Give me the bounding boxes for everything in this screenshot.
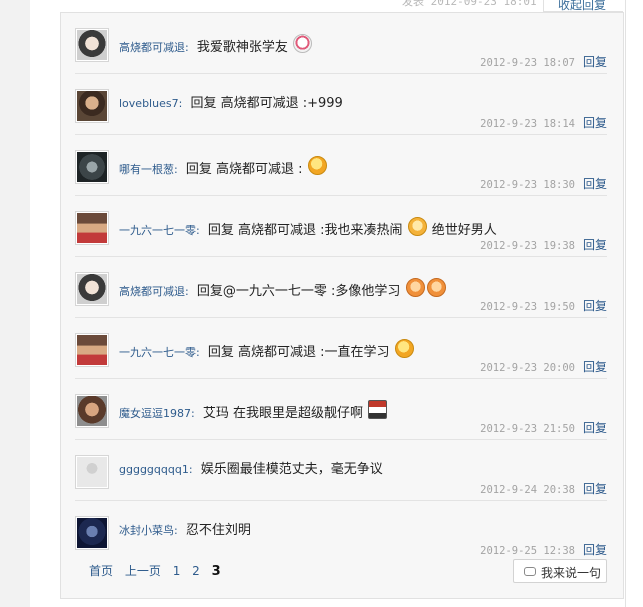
- reply-username[interactable]: 一九六一七一零: [119, 346, 196, 359]
- reply-text: 回复 高烧都可减退 :一直在学习: [207, 345, 390, 360]
- reply-username[interactable]: 魔女逗逗1987: [119, 407, 191, 420]
- reply-username[interactable]: 哪有一根葱: [119, 163, 174, 176]
- avatar[interactable]: [75, 455, 109, 489]
- reply-username[interactable]: 一九六一七一零: [119, 224, 196, 237]
- reply-item: 哪有一根葱: 回复 高烧都可减退 : 2012-9-23 18:30 回复: [75, 135, 607, 196]
- reply-username[interactable]: 高烧都可减退: [119, 41, 185, 54]
- reply-link[interactable]: 回复: [583, 238, 607, 252]
- colon: :: [196, 224, 200, 237]
- excited-emoji-icon: [405, 278, 425, 297]
- laughing-emoji-icon: [407, 217, 427, 236]
- colon: :: [185, 41, 189, 54]
- current-page: 3: [211, 564, 221, 579]
- avatar[interactable]: [75, 516, 109, 550]
- reply-item: 一九六一七一零: 回复 高烧都可减退 :一直在学习 2012-9-23 20:0…: [75, 318, 607, 379]
- avatar[interactable]: [75, 394, 109, 428]
- reply-item: 高烧都可减退: 回复@一九六一七一零 :多像他学习 2012-9-23 19:5…: [75, 257, 607, 318]
- say-something-label: 我来说一句: [541, 566, 602, 580]
- left-gutter: [0, 0, 30, 607]
- reply-username[interactable]: gggggqqqq1: [119, 463, 189, 476]
- avatar[interactable]: [75, 333, 109, 367]
- reply-link[interactable]: 回复: [583, 482, 607, 496]
- reply-link[interactable]: 回复: [583, 55, 607, 69]
- avatar[interactable]: [75, 89, 109, 123]
- colon: :: [188, 463, 193, 476]
- reply-link[interactable]: 回复: [583, 360, 607, 374]
- reply-text: 回复 高烧都可减退 :我也来凑热闹: [207, 223, 403, 238]
- reply-time: 2012-9-23 18:07: [480, 57, 575, 69]
- collapse-replies-label: 收起回复: [558, 0, 607, 12]
- reply-text: 我爱歌神张学友: [196, 40, 288, 55]
- reply-link[interactable]: 回复: [583, 299, 607, 313]
- top-bar: 发表 2012-09-23 18:01 收起回复: [0, 0, 643, 12]
- reply-username[interactable]: loveblues7: [119, 97, 179, 110]
- excited-emoji-icon: [426, 278, 446, 297]
- reply-time: 2012-9-23 20:00: [480, 362, 575, 374]
- speech-bubble-icon: [524, 567, 536, 576]
- reply-time: 2012-9-23 19:38: [480, 240, 575, 252]
- reply-time: 2012-9-23 18:14: [480, 118, 575, 130]
- avatar[interactable]: [75, 150, 109, 184]
- collapse-replies-button[interactable]: 收起回复: [543, 0, 623, 12]
- reply-item: 冰封小菜鸟: 忍不住刘明 2012-9-25 12:38 回复: [75, 501, 607, 562]
- avatar[interactable]: [75, 211, 109, 245]
- reply-text: 忍不住刘明: [185, 523, 251, 538]
- reply-time: 2012-9-24 20:38: [480, 484, 575, 496]
- reply-text: 娱乐圈最佳模范丈夫，毫无争议: [200, 462, 383, 477]
- reply-item: gggggqqqq1: 娱乐圈最佳模范丈夫，毫无争议 2012-9-24 20:…: [75, 440, 607, 501]
- reply-time: 2012-9-23 19:50: [480, 301, 575, 313]
- reply-item: 魔女逗逗1987: 艾玛 在我眼里是超级靓仔啊 2012-9-23 21:50 回…: [75, 379, 607, 440]
- colon: :: [185, 285, 189, 298]
- avatar[interactable]: [75, 272, 109, 306]
- rabbit-emoji-icon: [293, 34, 313, 53]
- reply-time: 2012-9-25 12:38: [480, 545, 575, 557]
- reply-item: 一九六一七一零: 回复 高烧都可减退 :我也来凑热闹 绝世好男人 2012-9-…: [75, 196, 607, 257]
- colon: :: [174, 163, 178, 176]
- reply-username[interactable]: 高烧都可减退: [119, 285, 185, 298]
- reply-link[interactable]: 回复: [583, 421, 607, 435]
- reply-item: loveblues7: 回复 高烧都可减退 :+999 2012-9-23 18…: [75, 74, 607, 135]
- post-meta: 发表 2012-09-23 18:01: [402, 0, 537, 8]
- pagination: 首页 上一页 1 2 3: [89, 562, 229, 579]
- reply-time: 2012-9-23 18:30: [480, 179, 575, 191]
- reply-link[interactable]: 回复: [583, 543, 607, 557]
- cake-emoji-icon: [368, 400, 388, 419]
- reply-text: 艾玛 在我眼里是超级靓仔啊: [202, 406, 363, 421]
- reply-link[interactable]: 回复: [583, 116, 607, 130]
- reply-time: 2012-9-23 21:50: [480, 423, 575, 435]
- avatar[interactable]: [75, 28, 109, 62]
- wink-emoji-icon: [394, 339, 414, 358]
- reply-text: 回复@一九六一七一零 :多像他学习: [196, 284, 401, 299]
- colon: :: [191, 407, 195, 420]
- colon: :: [196, 346, 200, 359]
- page-2-link[interactable]: 2: [192, 564, 200, 578]
- smiley-emoji-icon: [307, 156, 327, 175]
- right-edge: [625, 0, 643, 607]
- first-page-link[interactable]: 首页: [89, 564, 113, 578]
- reply-link[interactable]: 回复: [583, 177, 607, 191]
- reply-item: 高烧都可减退: 我爱歌神张学友 2012-9-23 18:07 回复: [75, 13, 607, 74]
- reply-username[interactable]: 冰封小菜鸟: [119, 524, 174, 537]
- reply-text: 回复 高烧都可减退 :: [185, 162, 303, 177]
- reply-text: 回复 高烧都可减退 :+999: [190, 96, 343, 111]
- colon: :: [178, 97, 183, 110]
- say-something-button[interactable]: 我来说一句: [513, 559, 607, 583]
- page-1-link[interactable]: 1: [173, 564, 181, 578]
- reply-panel: 高烧都可减退: 我爱歌神张学友 2012-9-23 18:07 回复 lovebl…: [60, 12, 624, 599]
- prev-page-link[interactable]: 上一页: [125, 564, 161, 578]
- colon: :: [174, 524, 178, 537]
